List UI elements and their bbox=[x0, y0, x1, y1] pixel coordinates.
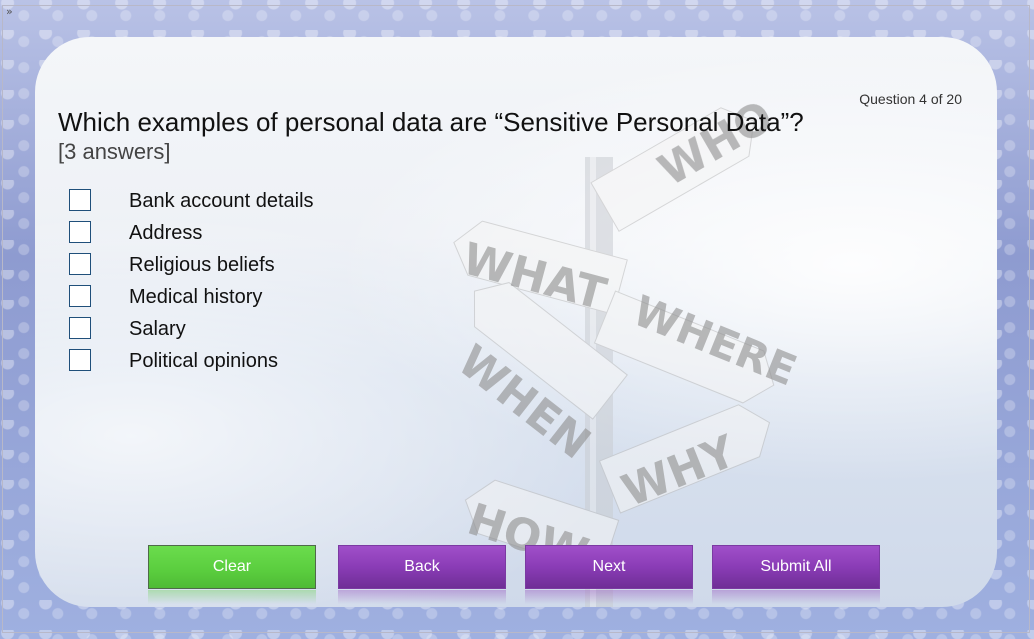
next-button-reflection bbox=[525, 590, 693, 604]
option-checkbox[interactable] bbox=[69, 221, 91, 243]
submit-all-button[interactable]: Submit All bbox=[712, 545, 880, 589]
answer-count-hint: [3 answers] bbox=[58, 139, 171, 164]
option-label: Address bbox=[129, 222, 203, 244]
option-political-opinions[interactable]: Political opinions bbox=[69, 349, 369, 381]
option-label: Religious beliefs bbox=[129, 254, 275, 276]
submit-all-button-reflection bbox=[712, 590, 880, 604]
next-button[interactable]: Next bbox=[525, 545, 693, 589]
clear-button[interactable]: Clear bbox=[148, 545, 316, 589]
option-checkbox[interactable] bbox=[69, 285, 91, 307]
option-checkbox[interactable] bbox=[69, 189, 91, 211]
question-counter: Question 4 of 20 bbox=[859, 91, 962, 107]
back-button-reflection bbox=[338, 590, 506, 604]
option-bank-account-details[interactable]: Bank account details bbox=[69, 189, 369, 221]
option-checkbox[interactable] bbox=[69, 317, 91, 339]
clear-button-reflection bbox=[148, 590, 316, 604]
expand-icon[interactable]: » bbox=[6, 6, 13, 18]
quiz-card: WHO WHAT WHERE WHEN WHY HOW Question 4 o… bbox=[35, 37, 997, 607]
option-label: Medical history bbox=[129, 286, 263, 308]
back-button[interactable]: Back bbox=[338, 545, 506, 589]
option-label: Political opinions bbox=[129, 350, 278, 372]
option-religious-beliefs[interactable]: Religious beliefs bbox=[69, 253, 369, 285]
option-checkbox[interactable] bbox=[69, 349, 91, 371]
option-medical-history[interactable]: Medical history bbox=[69, 285, 369, 317]
option-address[interactable]: Address bbox=[69, 221, 369, 253]
option-checkbox[interactable] bbox=[69, 253, 91, 275]
answer-options: Bank account details Address Religious b… bbox=[69, 189, 369, 381]
option-label: Salary bbox=[129, 318, 186, 340]
question-text: Which examples of personal data are “Sen… bbox=[58, 107, 804, 137]
signpost-illustration: WHO WHAT WHERE WHEN WHY HOW bbox=[448, 91, 800, 607]
option-salary[interactable]: Salary bbox=[69, 317, 369, 349]
option-label: Bank account details bbox=[129, 190, 314, 212]
